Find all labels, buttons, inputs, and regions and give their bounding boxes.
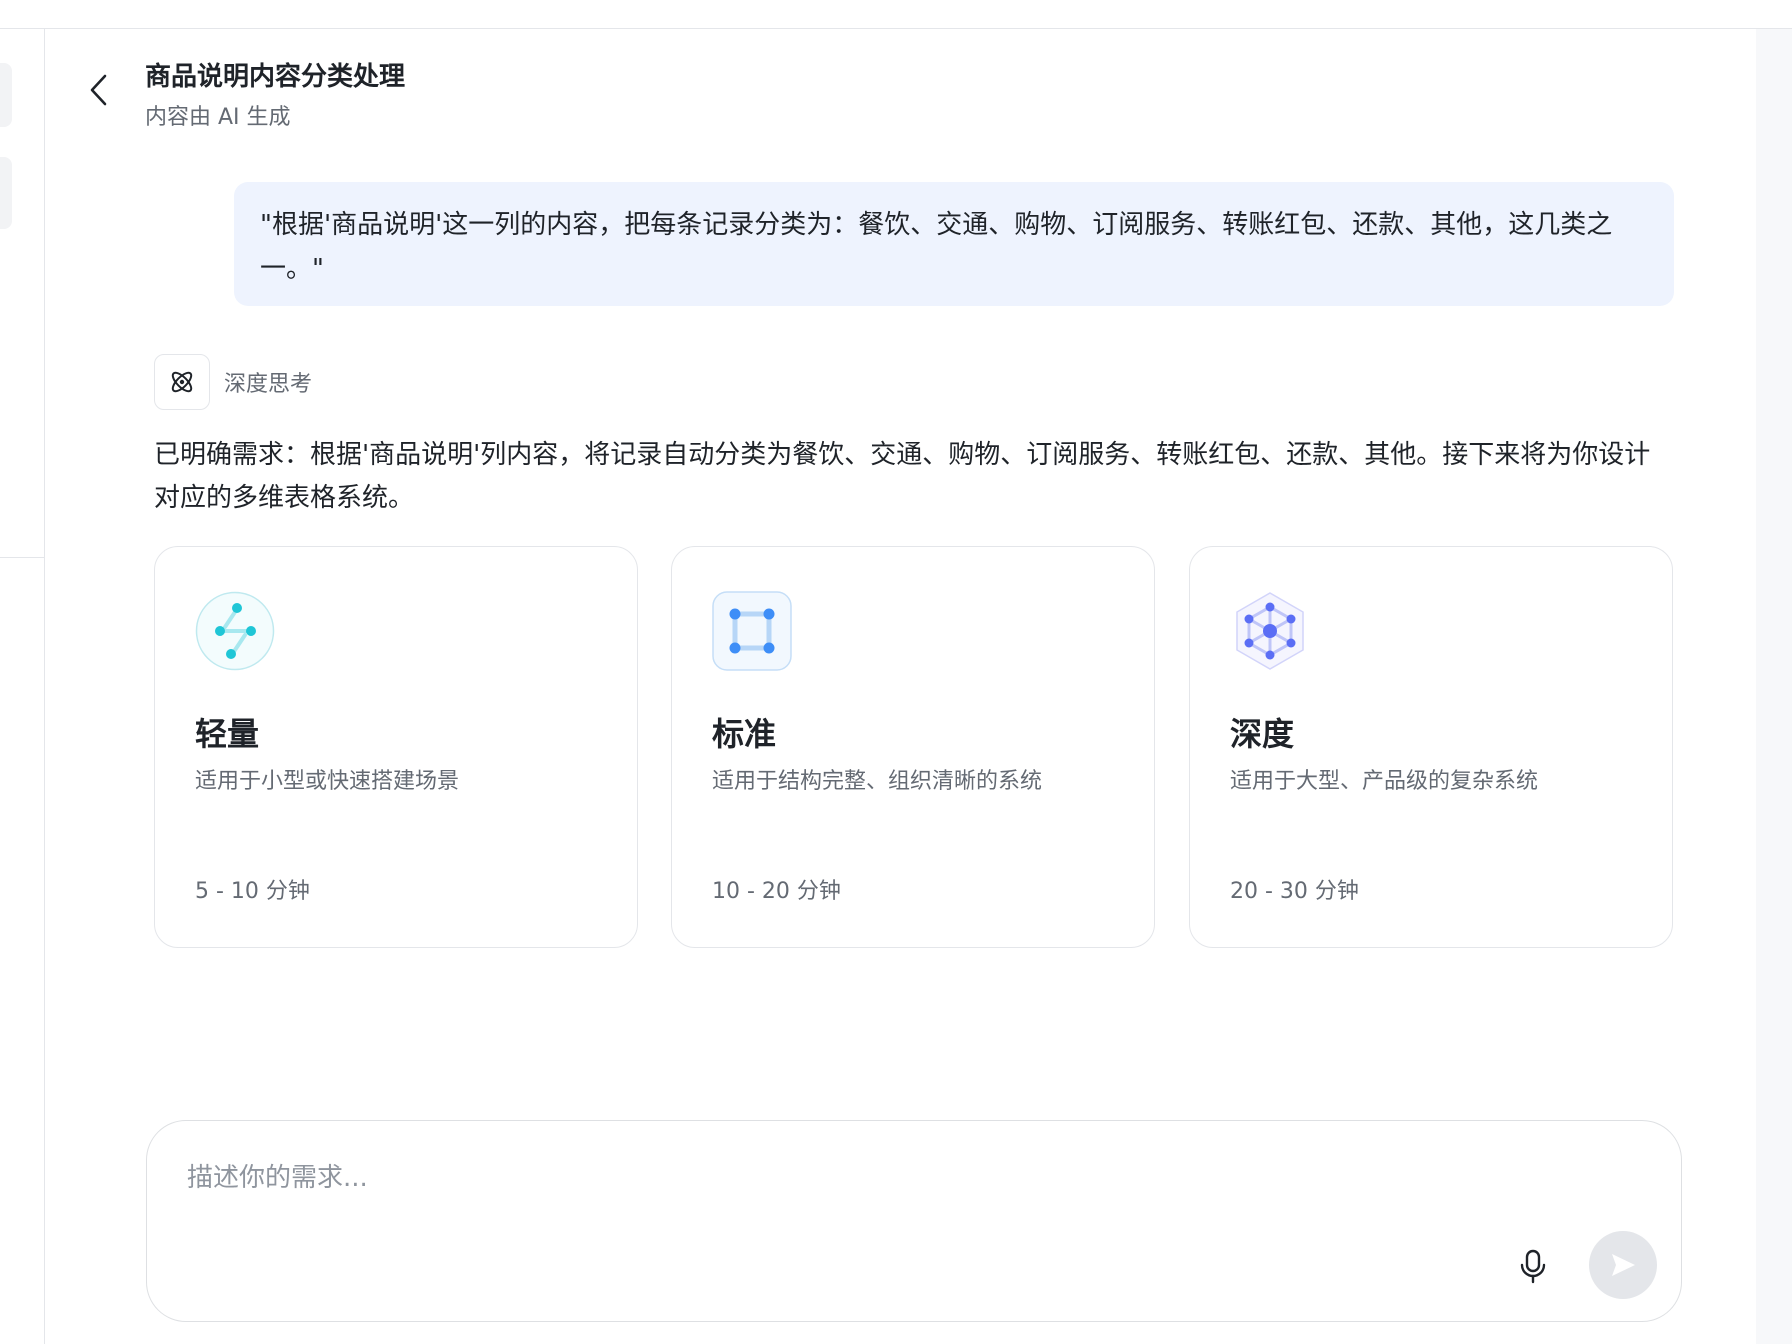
send-button[interactable]	[1589, 1231, 1657, 1299]
assistant-message: 已明确需求：根据'商品说明'列内容，将记录自动分类为餐饮、交通、购物、订阅服务、…	[154, 440, 1651, 513]
option-title: 深度	[1230, 715, 1295, 753]
option-card-standard[interactable]: 标准 适用于结构完整、组织清晰的系统 10 - 20 分钟	[671, 546, 1155, 948]
option-description: 适用于大型、产品级的复杂系统	[1230, 769, 1539, 794]
top-bar	[0, 0, 1792, 29]
sidebar-divider	[0, 557, 44, 558]
right-gutter	[1756, 29, 1792, 1344]
user-message-bubble: "根据'商品说明'这一列的内容，把每条记录分类为：餐饮、交通、购物、订阅服务、转…	[234, 182, 1674, 306]
deep-thinking-toggle[interactable]: 深度思考	[154, 354, 312, 410]
left-sidebar	[0, 29, 45, 1344]
option-duration: 10 - 20 分钟	[712, 879, 841, 904]
back-button[interactable]	[82, 70, 116, 110]
deep-icon	[1230, 591, 1310, 671]
option-card-lightweight[interactable]: 轻量 适用于小型或快速搭建场景 5 - 10 分钟	[154, 546, 638, 948]
standard-icon	[712, 591, 792, 671]
chevron-left-icon	[90, 74, 107, 106]
sidebar-item[interactable]	[0, 157, 12, 229]
option-duration: 20 - 30 分钟	[1230, 879, 1359, 904]
app-page: 商品说明内容分类处理 内容由 AI 生成 "根据'商品说明'这一列的内容，把每条…	[0, 0, 1792, 1344]
lightweight-icon	[195, 591, 275, 671]
option-title: 标准	[712, 715, 777, 753]
page-title: 商品说明内容分类处理	[145, 62, 406, 92]
microphone-icon	[1520, 1249, 1546, 1284]
page-subtitle: 内容由 AI 生成	[145, 105, 291, 130]
atom-icon	[154, 354, 210, 410]
chat-input[interactable]	[187, 1157, 1627, 1237]
option-description: 适用于结构完整、组织清晰的系统	[712, 769, 1043, 794]
option-duration: 5 - 10 分钟	[195, 879, 310, 904]
chat-composer	[146, 1120, 1682, 1322]
microphone-button[interactable]	[1513, 1247, 1553, 1287]
sidebar-item[interactable]	[0, 63, 12, 127]
option-card-deep[interactable]: 深度 适用于大型、产品级的复杂系统 20 - 30 分钟	[1189, 546, 1673, 948]
send-icon	[1612, 1254, 1635, 1276]
deep-thinking-label: 深度思考	[224, 372, 313, 397]
option-description: 适用于小型或快速搭建场景	[195, 769, 460, 794]
option-title: 轻量	[195, 715, 260, 753]
